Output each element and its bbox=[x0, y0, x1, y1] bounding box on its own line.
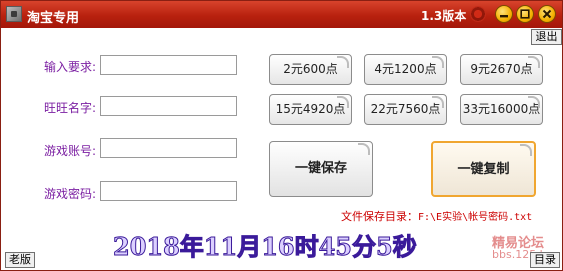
exit-button[interactable]: 退出 bbox=[531, 29, 562, 45]
app-icon bbox=[6, 6, 22, 22]
requirement-label: 输入要求: bbox=[44, 60, 97, 74]
minimize-icon bbox=[500, 15, 508, 18]
wangwang-input[interactable] bbox=[100, 96, 237, 116]
package-label: 4元1200点 bbox=[374, 62, 437, 76]
copy-label: 一键复制 bbox=[457, 162, 510, 177]
old-version-button[interactable]: 老版 bbox=[5, 252, 35, 268]
package-button[interactable]: 2元600点 bbox=[269, 54, 352, 85]
password-label: 游戏密码: bbox=[44, 187, 97, 201]
save-button[interactable]: 一键保存 bbox=[269, 141, 373, 197]
save-label: 一键保存 bbox=[294, 161, 347, 176]
maximize-icon bbox=[520, 9, 530, 19]
package-button[interactable]: 9元2670点 bbox=[460, 54, 543, 85]
corner-curl-icon bbox=[432, 96, 444, 108]
corner-curl-icon bbox=[528, 56, 540, 68]
package-button[interactable]: 22元7560点 bbox=[364, 94, 447, 125]
corner-curl-icon bbox=[432, 56, 444, 68]
catalog-button[interactable]: 目录 bbox=[530, 252, 560, 268]
minimize-button[interactable] bbox=[495, 5, 513, 23]
account-label: 游戏账号: bbox=[44, 144, 97, 158]
window-title: 淘宝专用 bbox=[27, 11, 80, 26]
maximize-button[interactable] bbox=[516, 5, 534, 23]
wangwang-label: 旺旺名字: bbox=[44, 101, 97, 115]
main-window: 淘宝专用 1.3版本 退出 输入要求: 旺旺名字: 游戏账号: 游戏密码: 2元… bbox=[0, 0, 563, 271]
corner-curl-icon bbox=[520, 144, 532, 156]
package-label: 2元600点 bbox=[283, 62, 338, 76]
requirement-input[interactable] bbox=[100, 55, 237, 75]
corner-curl-icon bbox=[358, 143, 370, 155]
copy-button[interactable]: 一键复制 bbox=[431, 141, 536, 197]
password-input[interactable] bbox=[100, 181, 237, 201]
datetime-display: 2018年11月16时45分5秒 bbox=[113, 232, 418, 262]
title-bar[interactable]: 淘宝专用 1.3版本 bbox=[1, 1, 562, 28]
corner-curl-icon bbox=[528, 96, 540, 108]
corner-curl-icon bbox=[337, 96, 349, 108]
save-path-label: 文件保存目录： bbox=[341, 210, 418, 223]
package-button[interactable]: 15元4920点 bbox=[269, 94, 352, 125]
save-path: 文件保存目录：F:\E实验\帐号密码.txt bbox=[341, 208, 532, 224]
save-path-value: F:\E实验\帐号密码.txt bbox=[418, 212, 533, 223]
package-button[interactable]: 4元1200点 bbox=[364, 54, 447, 85]
close-icon bbox=[542, 9, 552, 19]
package-label: 9元2670点 bbox=[470, 62, 533, 76]
ornament-icon bbox=[470, 6, 486, 22]
account-input[interactable] bbox=[100, 138, 237, 158]
package-label: 15元4920点 bbox=[275, 102, 346, 116]
corner-curl-icon bbox=[337, 56, 349, 68]
version-label: 1.3版本 bbox=[421, 9, 467, 23]
package-label: 22元7560点 bbox=[370, 102, 441, 116]
package-button[interactable]: 33元16000点 bbox=[460, 94, 543, 125]
close-button[interactable] bbox=[538, 5, 556, 23]
